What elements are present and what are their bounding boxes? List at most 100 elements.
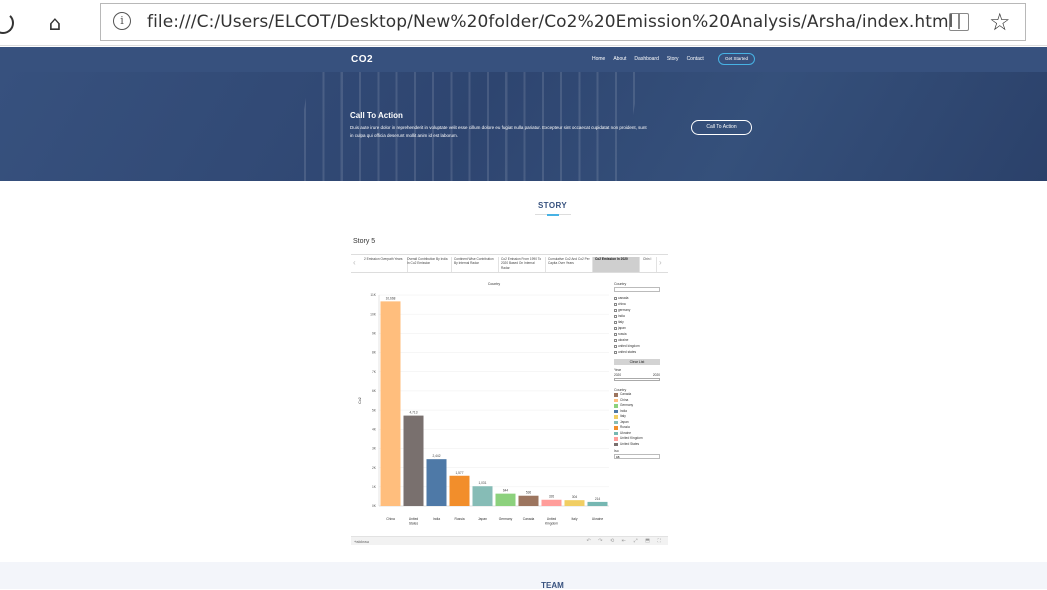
team-section: TEAM — [0, 562, 1047, 590]
cta-text: Duis aute irure dolor in reprehenderit i… — [350, 125, 647, 138]
address-bar[interactable]: i file:///C:/Users/ELCOT/Desktop/New%20f… — [100, 3, 1026, 41]
y-tick-label: 3K — [372, 447, 377, 451]
url-text[interactable]: file:///C:/Users/ELCOT/Desktop/New%20fol… — [147, 12, 954, 32]
tableau-toolbar: +ableau ↶ ↷ ⟲ ⇤ ⤢ ⬒ ⛶ — [351, 536, 668, 545]
checkbox-icon[interactable] — [614, 314, 617, 318]
year-max: 2020 — [652, 373, 660, 377]
checkbox-icon[interactable] — [614, 302, 617, 306]
checkbox-icon[interactable] — [614, 344, 617, 348]
checkbox-icon[interactable] — [614, 320, 617, 324]
refresh-icon[interactable] — [0, 12, 14, 34]
tableau-embed[interactable]: Story 5 ‹ 2 Emission Overpath Years Over… — [351, 237, 668, 545]
checkbox-icon[interactable] — [614, 332, 617, 336]
legend-item[interactable]: United States — [614, 442, 668, 448]
bar-value-label: 1,577 — [456, 471, 464, 475]
x-tick-label-part: United — [547, 517, 557, 521]
x-tick-label: India — [433, 517, 440, 521]
bar-value-label: 304 — [572, 495, 578, 499]
nav-story[interactable]: Story — [667, 56, 679, 62]
country-search-input[interactable] — [614, 287, 660, 292]
bar-value-label: 2,442 — [433, 454, 441, 458]
bar — [495, 493, 516, 506]
x-tick-label: Ukraine — [592, 517, 604, 521]
legend-label: United States — [620, 441, 640, 446]
y-tick-label: 10K — [370, 312, 377, 316]
year-filter-heading: Year — [614, 368, 622, 372]
legend-swatch — [614, 442, 618, 446]
tabs-prev-icon[interactable]: ‹ — [353, 258, 356, 267]
bar-value-label: 536 — [526, 491, 532, 495]
tabs-next-icon[interactable]: › — [659, 258, 662, 267]
cta-button[interactable]: Call To Action — [691, 120, 752, 135]
nav-contact[interactable]: Contact — [687, 56, 704, 62]
cta-title: Call To Action — [350, 111, 403, 120]
story-label: Story 5 — [353, 238, 376, 245]
y-tick-label: 7K — [372, 370, 377, 374]
x-tick-label: Japan — [478, 517, 487, 521]
main-nav: Home About Dashboard Story Contact — [592, 56, 704, 62]
info-icon[interactable]: i — [113, 12, 131, 30]
legend-swatch — [614, 409, 618, 413]
story-tab[interactable]: Overall Contribution By India In Co2 Emi… — [405, 257, 452, 272]
y-tick-label: 2K — [372, 466, 377, 470]
year-slider[interactable] — [614, 378, 660, 381]
year-min: 2020 — [614, 373, 622, 377]
country-filter-item[interactable]: united states — [614, 349, 668, 355]
x-tick-label: Italy — [571, 517, 577, 521]
bar-value-label: 4,713 — [410, 411, 418, 415]
story-title-underline — [535, 213, 571, 216]
x-tick-label: United Kingdom — [545, 517, 558, 526]
story-tab-active[interactable]: Co2 Emission In 2020 — [593, 257, 640, 272]
bar — [449, 475, 470, 506]
get-started-button[interactable]: Get Started — [718, 53, 755, 65]
chart-title: Country — [488, 282, 501, 286]
x-tick-label: United States — [409, 517, 419, 526]
iso-filter-heading: Iso — [614, 449, 619, 453]
bar-value-label: 10,668 — [386, 296, 396, 300]
y-tick-label: 0K — [372, 504, 377, 508]
country-filter-list: canada china germany india italy japan russia u… — [614, 295, 668, 355]
bar-value-label: 326 — [549, 495, 555, 499]
nav-dashboard[interactable]: Dashboard — [634, 56, 658, 62]
iso-filter-input[interactable]: ca — [614, 454, 660, 459]
story-section-title: STORY — [537, 201, 568, 210]
checkbox-icon[interactable] — [614, 308, 617, 312]
x-tick-label: Canada — [523, 517, 535, 521]
nav-home[interactable]: Home — [592, 56, 605, 62]
bar-chart: Country Co2 0K 1K 2K 3K 4K 5K 6K 7K 8K 9K 10K 11K 10,6… — [358, 282, 609, 526]
x-tick-label-part: United — [409, 517, 419, 521]
legend-swatch — [614, 437, 618, 441]
story-tab[interactable]: Cumulative Co2 And Co2 Per Capita Over Y… — [546, 257, 593, 272]
clear-list-button[interactable]: Clear List — [614, 359, 660, 365]
country-filter-label: united states — [618, 350, 637, 354]
star-icon[interactable]: ☆ — [989, 8, 1011, 36]
bar-value-label: 644 — [503, 489, 509, 493]
nav-about[interactable]: About — [613, 56, 626, 62]
y-tick-label: 1K — [372, 485, 377, 489]
checkbox-icon[interactable] — [614, 296, 617, 300]
tableau-logo[interactable]: +ableau — [354, 539, 369, 544]
legend-swatch — [614, 404, 618, 408]
legend-swatch — [614, 426, 618, 430]
story-tab[interactable]: 2 Emission Overpath Years — [362, 257, 408, 272]
story-tab[interactable]: Co2 Emission From 1990 To 2020 Based On … — [499, 257, 546, 272]
site-header: CO2 Home About Dashboard Story Contact G… — [0, 47, 1047, 72]
checkbox-icon[interactable] — [614, 338, 617, 342]
x-tick-label-part: Kingdom — [545, 522, 558, 526]
bar — [541, 499, 562, 506]
bar — [380, 301, 401, 506]
color-legend: Canada China Germany India Italy Japan Russia U… — [614, 392, 668, 447]
bar-value-label: 1,031 — [479, 481, 487, 485]
story-tab[interactable]: Chin I — [641, 257, 657, 272]
y-tick-label: 4K — [372, 427, 377, 431]
country-filter-heading: Country — [614, 282, 627, 286]
checkbox-icon[interactable] — [614, 350, 617, 354]
reading-view-icon[interactable] — [949, 13, 969, 31]
story-tab[interactable]: Continent Wise Contribution By Internal … — [452, 257, 499, 272]
home-icon[interactable]: ⌂ — [42, 10, 68, 36]
checkbox-icon[interactable] — [614, 326, 617, 330]
site-logo[interactable]: CO2 — [351, 54, 373, 65]
bar — [587, 501, 608, 506]
y-tick-label: 8K — [372, 351, 377, 355]
tableau-toolbar-icons[interactable]: ↶ ↷ ⟲ ⇤ ⤢ ⬒ ⛶ — [586, 538, 664, 544]
